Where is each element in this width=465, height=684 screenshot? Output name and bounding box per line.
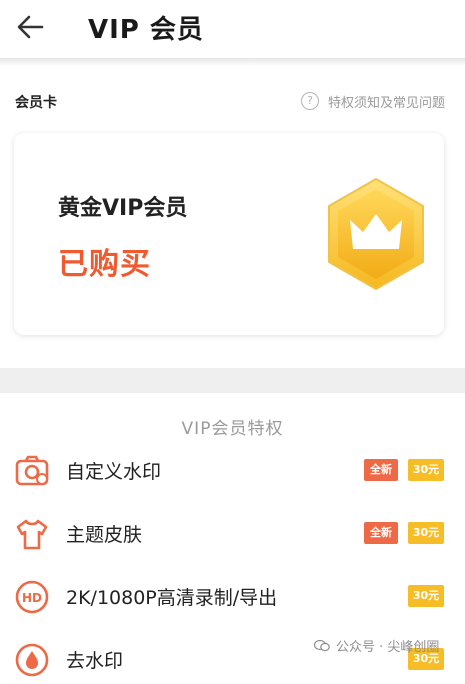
price-badge: 30元: [408, 459, 444, 481]
account-watermark: 公众号 · 尖峰创圈: [314, 636, 439, 655]
section-title: 会员卡: [15, 95, 57, 111]
privilege-label: 去水印: [66, 650, 124, 672]
privilege-label: 主题皮肤: [66, 524, 143, 546]
new-badge: 全新: [364, 522, 398, 544]
watermark-text: 公众号 · 尖峰创圈: [336, 640, 440, 655]
camera-watermark-icon: [15, 455, 49, 486]
app-header: VIP 会员: [0, 0, 465, 58]
back-arrow-icon[interactable]: [14, 13, 46, 41]
new-badge: 全新: [364, 459, 398, 481]
membership-card: 黄金VIP会员 已购买: [14, 133, 444, 335]
privilege-label: 2K/1080P高清录制/导出: [66, 587, 278, 609]
price-badge: 30元: [408, 522, 444, 544]
page-title: VIP 会员: [88, 15, 204, 45]
crown-badge-icon: [328, 178, 424, 290]
price-badge: 30元: [408, 585, 444, 607]
question-icon: ?: [300, 92, 319, 110]
privilege-item-hd-recording[interactable]: HD 2K/1080P高清录制/导出 30元: [0, 573, 465, 621]
shirt-icon: [16, 519, 48, 550]
purchase-status: 已购买: [58, 247, 151, 282]
drop-icon: [15, 643, 49, 677]
header-shadow: [0, 58, 465, 66]
privileges-title: VIP会员特权: [181, 419, 284, 439]
privilege-label: 自定义水印: [66, 461, 162, 483]
hd-icon: HD: [15, 580, 49, 614]
privilege-item-theme-skin[interactable]: 主题皮肤 全新 30元: [0, 510, 465, 558]
privilege-item-custom-watermark[interactable]: 自定义水印 全新 30元: [0, 447, 465, 495]
faq-label: 特权须知及常见问题: [327, 95, 445, 111]
faq-link[interactable]: ? 特权须知及常见问题: [300, 92, 445, 111]
section-divider: [0, 368, 465, 393]
wechat-icon: [314, 639, 330, 652]
hd-icon-text: HD: [22, 591, 42, 605]
membership-tier: 黄金VIP会员: [58, 196, 188, 221]
